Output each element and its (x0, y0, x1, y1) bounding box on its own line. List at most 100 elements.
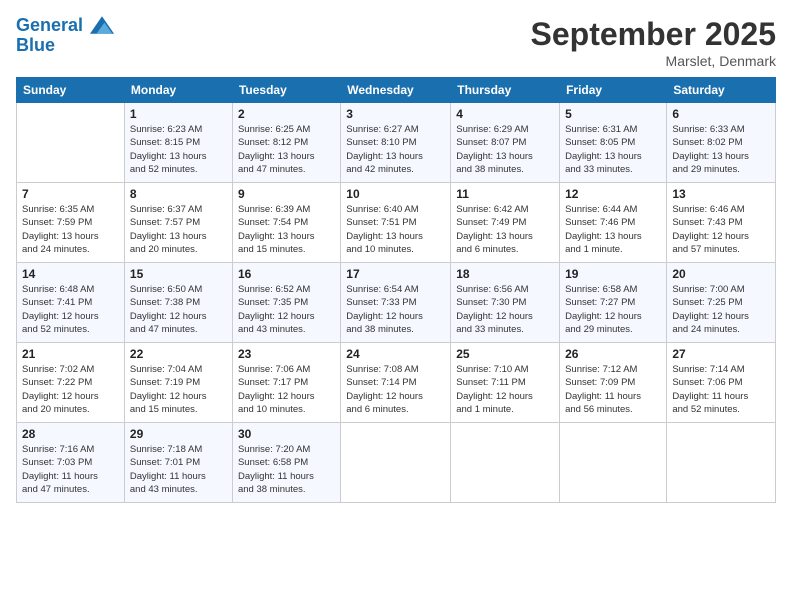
title-block: September 2025 Marslet, Denmark (531, 16, 776, 69)
table-cell: 1 Sunrise: 6:23 AM Sunset: 8:15 PM Daylig… (124, 103, 232, 183)
table-cell: 25 Sunrise: 7:10 AM Sunset: 7:11 PM Dayli… (451, 343, 560, 423)
day-info: Sunrise: 6:25 AM Sunset: 8:12 PM Dayligh… (238, 123, 335, 176)
table-cell: 18 Sunrise: 6:56 AM Sunset: 7:30 PM Dayli… (451, 263, 560, 343)
day-info: Sunrise: 6:42 AM Sunset: 7:49 PM Dayligh… (456, 203, 554, 256)
day-info: Sunrise: 6:29 AM Sunset: 8:07 PM Dayligh… (456, 123, 554, 176)
header-sunday: Sunday (17, 78, 125, 103)
day-info: Sunrise: 6:23 AM Sunset: 8:15 PM Dayligh… (130, 123, 227, 176)
table-cell (667, 423, 776, 503)
table-cell: 14 Sunrise: 6:48 AM Sunset: 7:41 PM Dayli… (17, 263, 125, 343)
day-number: 8 (130, 187, 227, 201)
table-cell: 11 Sunrise: 6:42 AM Sunset: 7:49 PM Dayli… (451, 183, 560, 263)
table-cell: 29Sunrise: 7:18 AM Sunset: 7:01 PM Dayli… (124, 423, 232, 503)
day-info: Sunrise: 6:39 AM Sunset: 7:54 PM Dayligh… (238, 203, 335, 256)
day-number: 24 (346, 347, 445, 361)
table-cell: 26Sunrise: 7:12 AM Sunset: 7:09 PM Dayli… (560, 343, 667, 423)
table-cell: 16 Sunrise: 6:52 AM Sunset: 7:35 PM Dayli… (232, 263, 340, 343)
day-number: 27 (672, 347, 770, 361)
header-tuesday: Tuesday (232, 78, 340, 103)
table-cell: 2Sunrise: 6:25 AM Sunset: 8:12 PM Daylig… (232, 103, 340, 183)
table-cell (560, 423, 667, 503)
table-cell (17, 103, 125, 183)
day-info: Sunrise: 6:31 AM Sunset: 8:05 PM Dayligh… (565, 123, 661, 176)
table-cell: 24 Sunrise: 7:08 AM Sunset: 7:14 PM Dayli… (341, 343, 451, 423)
day-number: 16 (238, 267, 335, 281)
day-info: Sunrise: 6:48 AM Sunset: 7:41 PM Dayligh… (22, 283, 119, 336)
header-saturday: Saturday (667, 78, 776, 103)
header-friday: Friday (560, 78, 667, 103)
day-info: Sunrise: 7:14 AM Sunset: 7:06 PM Dayligh… (672, 363, 770, 416)
day-number: 19 (565, 267, 661, 281)
day-info: Sunrise: 6:54 AM Sunset: 7:33 PM Dayligh… (346, 283, 445, 336)
day-number: 5 (565, 107, 661, 121)
day-info: Sunrise: 6:52 AM Sunset: 7:35 PM Dayligh… (238, 283, 335, 336)
day-info: Sunrise: 7:10 AM Sunset: 7:11 PM Dayligh… (456, 363, 554, 416)
day-number: 12 (565, 187, 661, 201)
header-thursday: Thursday (451, 78, 560, 103)
day-number: 18 (456, 267, 554, 281)
day-info: Sunrise: 6:56 AM Sunset: 7:30 PM Dayligh… (456, 283, 554, 336)
logo-blue: Blue (16, 36, 114, 56)
table-cell: 12 Sunrise: 6:44 AM Sunset: 7:46 PM Dayli… (560, 183, 667, 263)
location: Marslet, Denmark (531, 53, 776, 69)
header-monday: Monday (124, 78, 232, 103)
day-number: 7 (22, 187, 119, 201)
day-info: Sunrise: 7:12 AM Sunset: 7:09 PM Dayligh… (565, 363, 661, 416)
logo: General Blue (16, 16, 114, 56)
table-cell: 10Sunrise: 6:40 AM Sunset: 7:51 PM Dayli… (341, 183, 451, 263)
day-number: 6 (672, 107, 770, 121)
day-number: 10 (346, 187, 445, 201)
day-number: 11 (456, 187, 554, 201)
table-cell (341, 423, 451, 503)
table-cell: 4Sunrise: 6:29 AM Sunset: 8:07 PM Daylig… (451, 103, 560, 183)
header-wednesday: Wednesday (341, 78, 451, 103)
day-info: Sunrise: 6:50 AM Sunset: 7:38 PM Dayligh… (130, 283, 227, 336)
table-cell: 23 Sunrise: 7:06 AM Sunset: 7:17 PM Dayli… (232, 343, 340, 423)
day-info: Sunrise: 7:20 AM Sunset: 6:58 PM Dayligh… (238, 443, 335, 496)
day-number: 21 (22, 347, 119, 361)
week-row-2: 7 Sunrise: 6:35 AM Sunset: 7:59 PM Daylig… (17, 183, 776, 263)
month-title: September 2025 (531, 16, 776, 53)
table-cell: 9Sunrise: 6:39 AM Sunset: 7:54 PM Daylig… (232, 183, 340, 263)
table-cell: 13Sunrise: 6:46 AM Sunset: 7:43 PM Dayli… (667, 183, 776, 263)
table-cell: 22Sunrise: 7:04 AM Sunset: 7:19 PM Dayli… (124, 343, 232, 423)
table-cell: 17 Sunrise: 6:54 AM Sunset: 7:33 PM Dayli… (341, 263, 451, 343)
table-cell: 28 Sunrise: 7:16 AM Sunset: 7:03 PM Dayli… (17, 423, 125, 503)
day-info: Sunrise: 7:00 AM Sunset: 7:25 PM Dayligh… (672, 283, 770, 336)
day-number: 20 (672, 267, 770, 281)
page-header: General Blue September 2025 Marslet, Den… (16, 16, 776, 69)
table-cell: 6 Sunrise: 6:33 AM Sunset: 8:02 PM Daylig… (667, 103, 776, 183)
day-info: Sunrise: 7:08 AM Sunset: 7:14 PM Dayligh… (346, 363, 445, 416)
table-cell (451, 423, 560, 503)
table-cell: 30 Sunrise: 7:20 AM Sunset: 6:58 PM Dayli… (232, 423, 340, 503)
day-number: 29 (130, 427, 227, 441)
table-cell: 3 Sunrise: 6:27 AM Sunset: 8:10 PM Daylig… (341, 103, 451, 183)
day-info: Sunrise: 6:27 AM Sunset: 8:10 PM Dayligh… (346, 123, 445, 176)
week-row-4: 21 Sunrise: 7:02 AM Sunset: 7:22 PM Dayli… (17, 343, 776, 423)
week-row-3: 14 Sunrise: 6:48 AM Sunset: 7:41 PM Dayli… (17, 263, 776, 343)
day-info: Sunrise: 6:35 AM Sunset: 7:59 PM Dayligh… (22, 203, 119, 256)
day-info: Sunrise: 7:16 AM Sunset: 7:03 PM Dayligh… (22, 443, 119, 496)
day-number: 25 (456, 347, 554, 361)
day-number: 23 (238, 347, 335, 361)
table-cell: 20 Sunrise: 7:00 AM Sunset: 7:25 PM Dayli… (667, 263, 776, 343)
days-header-row: Sunday Monday Tuesday Wednesday Thursday… (17, 78, 776, 103)
logo-text: General (16, 16, 114, 36)
day-number: 28 (22, 427, 119, 441)
day-info: Sunrise: 6:44 AM Sunset: 7:46 PM Dayligh… (565, 203, 661, 256)
day-number: 14 (22, 267, 119, 281)
day-number: 15 (130, 267, 227, 281)
week-row-1: 1 Sunrise: 6:23 AM Sunset: 8:15 PM Daylig… (17, 103, 776, 183)
table-cell: 5 Sunrise: 6:31 AM Sunset: 8:05 PM Daylig… (560, 103, 667, 183)
day-info: Sunrise: 6:33 AM Sunset: 8:02 PM Dayligh… (672, 123, 770, 176)
day-number: 1 (130, 107, 227, 121)
day-info: Sunrise: 6:37 AM Sunset: 7:57 PM Dayligh… (130, 203, 227, 256)
day-number: 30 (238, 427, 335, 441)
day-info: Sunrise: 7:02 AM Sunset: 7:22 PM Dayligh… (22, 363, 119, 416)
day-number: 17 (346, 267, 445, 281)
table-cell: 21 Sunrise: 7:02 AM Sunset: 7:22 PM Dayli… (17, 343, 125, 423)
day-info: Sunrise: 6:46 AM Sunset: 7:43 PM Dayligh… (672, 203, 770, 256)
day-number: 3 (346, 107, 445, 121)
day-info: Sunrise: 6:58 AM Sunset: 7:27 PM Dayligh… (565, 283, 661, 336)
day-info: Sunrise: 7:06 AM Sunset: 7:17 PM Dayligh… (238, 363, 335, 416)
